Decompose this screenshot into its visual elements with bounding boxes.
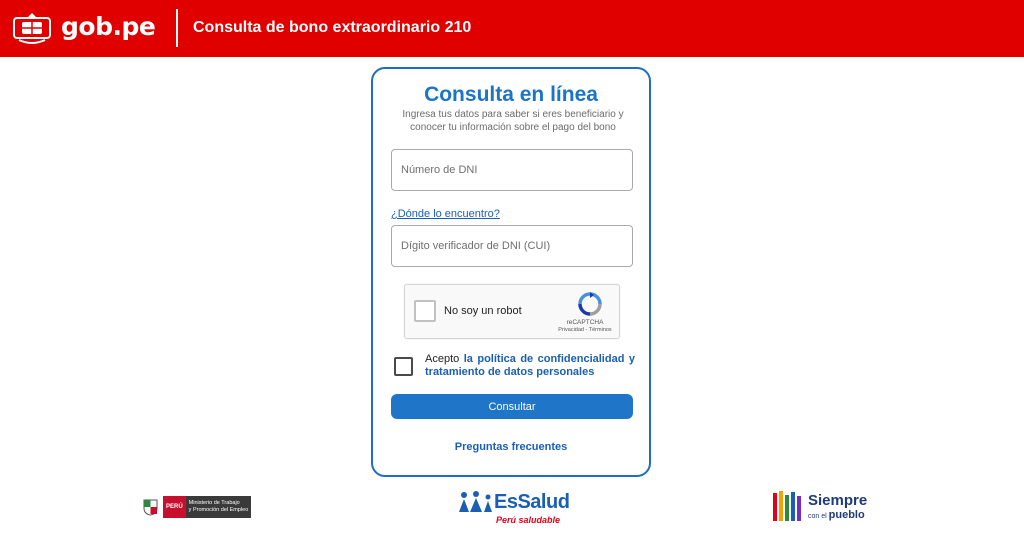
faq-link[interactable]: Preguntas frecuentes (373, 441, 649, 453)
where-to-find-link[interactable]: ¿Dónde lo encuentro? (391, 208, 500, 220)
peru-crest-icon[interactable] (13, 10, 51, 46)
mintra-peru-label: PERÚ (163, 496, 186, 518)
consultar-button[interactable]: Consultar (391, 394, 633, 419)
header-divider (176, 9, 178, 47)
recaptcha-widget: No soy un robot reCAPTCHA Privacidad - T… (404, 284, 620, 339)
page-title: Consulta de bono extraordinario 210 (193, 19, 472, 36)
mintra-logo[interactable]: PERÚ Ministerio de Trabajo y Promoción d… (142, 496, 266, 518)
card-title: Consulta en línea (424, 83, 598, 106)
recaptcha-checkbox[interactable] (414, 300, 436, 322)
essalud-logo[interactable]: EsSalud Perú saludable (456, 489, 572, 527)
mintra-name-line2: y Promoción del Empleo (188, 507, 249, 513)
accept-checkbox[interactable] (394, 357, 413, 376)
siempre-sub-prefix: con el (808, 513, 827, 520)
recaptcha-logo-icon (578, 292, 602, 316)
essalud-tagline: Perú saludable (496, 515, 561, 525)
cui-input[interactable] (392, 226, 632, 266)
siempre-sub-main: pueblo (828, 509, 865, 521)
gob-pe-logo[interactable]: gob.pe (61, 12, 156, 41)
cui-field[interactable] (391, 225, 633, 267)
peru-shield-icon (143, 499, 158, 516)
accept-text: Acepto la política de confidencialidad y… (425, 353, 635, 379)
dni-field[interactable] (391, 149, 633, 191)
accept-prefix: Acepto (425, 353, 464, 365)
consulta-card: Consulta en línea Ingresa tus datos para… (371, 67, 651, 477)
top-bar: gob.pe Consulta de bono extraordinario 2… (0, 0, 1024, 57)
siempre-main-text: Siempre (808, 492, 868, 509)
siempre-sub-text: con el pueblo (808, 509, 865, 521)
recaptcha-brand: reCAPTCHA (566, 319, 604, 326)
essalud-name: EsSalud (494, 491, 570, 513)
mintra-name-line1: Ministerio de Trabajo (188, 500, 240, 506)
recaptcha-label: No soy un robot (444, 305, 522, 317)
siempre-mark-icon (773, 491, 801, 521)
essalud-family-icon (459, 491, 492, 512)
recaptcha-links[interactable]: Privacidad - Términos (551, 327, 619, 333)
card-subtitle: Ingresa tus datos para saber si eres ben… (402, 109, 624, 133)
mintra-name: Ministerio de Trabajo y Promoción del Em… (185, 496, 252, 518)
dni-input[interactable] (392, 150, 632, 190)
siempre-con-el-pueblo-logo[interactable]: Siempre con el pueblo (771, 487, 873, 527)
